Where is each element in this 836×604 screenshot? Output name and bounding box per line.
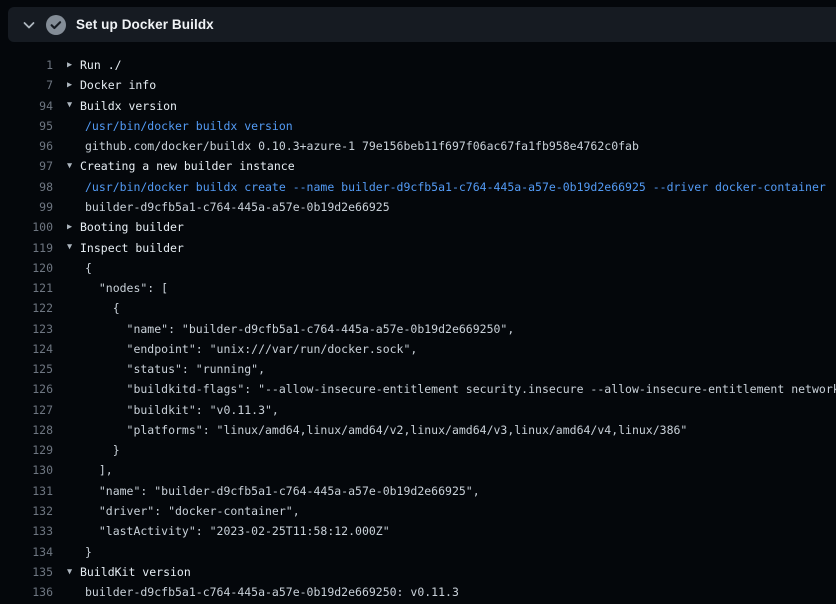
line-number[interactable]: 97	[0, 159, 53, 173]
line-number[interactable]: 127	[0, 403, 53, 417]
log-group-row[interactable]: 100 ▶ Booting builder	[0, 217, 836, 237]
log-text: {	[85, 261, 92, 275]
log-row: 124 "endpoint": "unix:///var/run/docker.…	[0, 339, 836, 359]
log-text: github.com/docker/buildx 0.10.3+azure-1 …	[85, 139, 639, 153]
line-number[interactable]: 98	[0, 180, 53, 194]
line-number[interactable]: 124	[0, 342, 53, 356]
log-group-row[interactable]: 97 ▼ Creating a new builder instance	[0, 156, 836, 176]
chevron-down-icon[interactable]	[18, 14, 40, 36]
line-number[interactable]: 126	[0, 382, 53, 396]
log-group-row[interactable]: 135 ▼ BuildKit version	[0, 562, 836, 582]
log-row: 125 "status": "running",	[0, 359, 836, 379]
log-group-row[interactable]: 94 ▼ Buildx version	[0, 96, 836, 116]
line-number[interactable]: 134	[0, 545, 53, 559]
step-header[interactable]: Set up Docker Buildx	[8, 7, 836, 42]
line-number[interactable]: 1	[0, 58, 53, 72]
log-text: "lastActivity": "2023-02-25T11:58:12.000…	[85, 524, 390, 538]
log-group-row[interactable]: 1 ▶ Run ./	[0, 55, 836, 75]
line-number[interactable]: 100	[0, 220, 53, 234]
log-row: 98 /usr/bin/docker buildx create --name …	[0, 177, 836, 197]
line-number[interactable]: 131	[0, 484, 53, 498]
line-number[interactable]: 7	[0, 78, 53, 92]
log-lines: 1 ▶ Run ./ 7 ▶ Docker info 94 ▼ Buildx v…	[0, 55, 836, 602]
log-text: "buildkitd-flags": "--allow-insecure-ent…	[85, 382, 836, 396]
line-number[interactable]: 121	[0, 281, 53, 295]
log-row: 133 "lastActivity": "2023-02-25T11:58:12…	[0, 521, 836, 541]
line-number[interactable]: 95	[0, 119, 53, 133]
line-number[interactable]: 123	[0, 322, 53, 336]
expand-group-icon[interactable]: ▶	[67, 81, 80, 90]
step-title: Set up Docker Buildx	[76, 17, 214, 32]
log-group-row[interactable]: 7 ▶ Docker info	[0, 75, 836, 95]
log-row: 121 "nodes": [	[0, 278, 836, 298]
collapse-group-icon[interactable]: ▼	[67, 243, 80, 252]
line-number[interactable]: 128	[0, 423, 53, 437]
line-number[interactable]: 133	[0, 524, 53, 538]
log-text: {	[85, 301, 120, 315]
log-row: 95 /usr/bin/docker buildx version	[0, 116, 836, 136]
log-text: Booting builder	[80, 220, 184, 234]
log-text: "buildkit": "v0.11.3",	[85, 403, 279, 417]
log-text: ],	[85, 463, 113, 477]
log-row: 99 builder-d9cfb5a1-c764-445a-a57e-0b19d…	[0, 197, 836, 217]
log-text: Buildx version	[80, 99, 177, 113]
line-number[interactable]: 99	[0, 200, 53, 214]
log-group-row[interactable]: 119 ▼ Inspect builder	[0, 237, 836, 257]
log-text: "driver": "docker-container",	[85, 504, 300, 518]
log-row: 130 ],	[0, 460, 836, 480]
log-row: 127 "buildkit": "v0.11.3",	[0, 400, 836, 420]
line-number[interactable]: 136	[0, 585, 53, 599]
log-row: 128 "platforms": "linux/amd64,linux/amd6…	[0, 420, 836, 440]
log-text: "nodes": [	[85, 281, 168, 295]
log-row: 122 {	[0, 298, 836, 318]
log-text: Run ./	[80, 58, 122, 72]
log-row: 129 }	[0, 440, 836, 460]
line-number[interactable]: 132	[0, 504, 53, 518]
log-text: "status": "running",	[85, 362, 265, 376]
line-number[interactable]: 96	[0, 139, 53, 153]
log-text: }	[85, 443, 120, 457]
log-row: 126 "buildkitd-flags": "--allow-insecure…	[0, 379, 836, 399]
log-text: "platforms": "linux/amd64,linux/amd64/v2…	[85, 423, 687, 437]
log-text: "name": "builder-d9cfb5a1-c764-445a-a57e…	[85, 322, 514, 336]
log-text: builder-d9cfb5a1-c764-445a-a57e-0b19d2e6…	[85, 585, 459, 599]
log-text: /usr/bin/docker buildx create --name bui…	[85, 180, 826, 194]
line-number[interactable]: 119	[0, 241, 53, 255]
log-text: builder-d9cfb5a1-c764-445a-a57e-0b19d2e6…	[85, 200, 390, 214]
log-text: Creating a new builder instance	[80, 159, 295, 173]
line-number[interactable]: 125	[0, 362, 53, 376]
collapse-group-icon[interactable]: ▼	[67, 568, 80, 577]
log-text: BuildKit version	[80, 565, 191, 579]
log-text: "name": "builder-d9cfb5a1-c764-445a-a57e…	[85, 484, 480, 498]
line-number[interactable]: 94	[0, 99, 53, 113]
log-text: "endpoint": "unix:///var/run/docker.sock…	[85, 342, 417, 356]
log-text: }	[85, 545, 92, 559]
log-row: 131 "name": "builder-d9cfb5a1-c764-445a-…	[0, 481, 836, 501]
log-row: 136 builder-d9cfb5a1-c764-445a-a57e-0b19…	[0, 582, 836, 602]
line-number[interactable]: 120	[0, 261, 53, 275]
collapse-group-icon[interactable]: ▼	[67, 162, 80, 171]
log-row: 132 "driver": "docker-container",	[0, 501, 836, 521]
log-row: 96 github.com/docker/buildx 0.10.3+azure…	[0, 136, 836, 156]
log-row: 134 }	[0, 541, 836, 561]
log-text: Inspect builder	[80, 241, 184, 255]
line-number[interactable]: 130	[0, 463, 53, 477]
check-circle-icon	[46, 15, 66, 35]
line-number[interactable]: 122	[0, 301, 53, 315]
log-row: 120 {	[0, 258, 836, 278]
line-number[interactable]: 129	[0, 443, 53, 457]
expand-group-icon[interactable]: ▶	[67, 223, 80, 232]
collapse-group-icon[interactable]: ▼	[67, 101, 80, 110]
expand-group-icon[interactable]: ▶	[67, 61, 80, 70]
line-number[interactable]: 135	[0, 565, 53, 579]
log-row: 123 "name": "builder-d9cfb5a1-c764-445a-…	[0, 318, 836, 338]
log-text: /usr/bin/docker buildx version	[85, 119, 293, 133]
log-text: Docker info	[80, 78, 156, 92]
